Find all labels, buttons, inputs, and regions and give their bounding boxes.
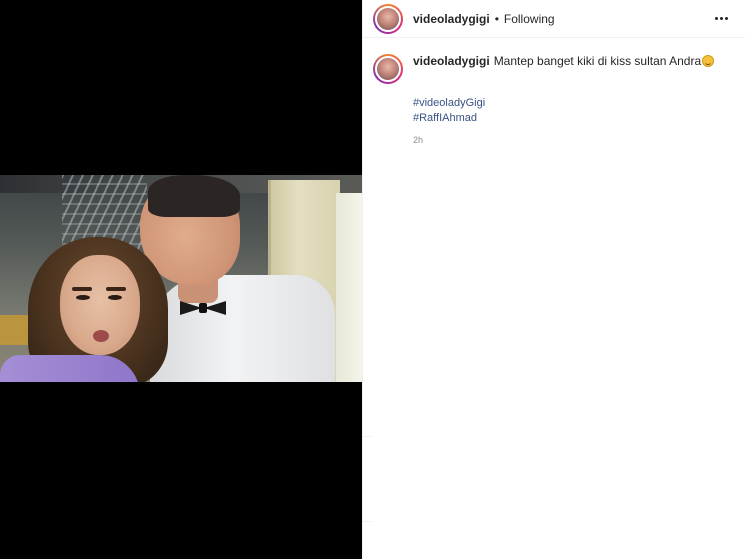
grinning-face-emoji-icon <box>702 55 715 67</box>
caption-row: videoladygigi Mantep banget kiki di kiss … <box>373 54 731 84</box>
post-timestamp[interactable]: 2h <box>413 135 731 145</box>
caption-text: Mantep banget kiki di kiss sultan Andra <box>493 54 702 68</box>
post-viewer: videoladygigi • Following videoladygigi M… <box>0 0 745 559</box>
caption-username[interactable]: videoladygigi <box>413 54 490 68</box>
video-mouth <box>93 330 109 342</box>
video-brow-left <box>72 287 92 291</box>
panel-divider <box>363 436 371 437</box>
post-header: videoladygigi • Following <box>363 0 745 38</box>
video-bowtie-knot <box>199 303 207 313</box>
more-dot <box>719 17 723 20</box>
caption-avatar[interactable] <box>373 54 403 84</box>
hashtag-link[interactable]: #videoladyGigi <box>413 96 731 111</box>
video-eye-left <box>76 295 90 300</box>
hashtag-list: #videoladyGigi #RaffIAhmad <box>413 96 731 126</box>
panel-divider <box>363 521 371 522</box>
video-brow-right <box>106 287 126 291</box>
video-eye-right <box>108 295 122 300</box>
avatar-image <box>375 5 401 32</box>
comments-section: videoladygigi Mantep banget kiki di kiss … <box>363 38 745 145</box>
more-dot <box>724 17 728 20</box>
header-separator: • <box>494 11 499 26</box>
video-person-dress <box>0 355 140 382</box>
more-dot <box>714 17 718 20</box>
following-button[interactable]: Following <box>504 12 555 26</box>
caption-body: videoladygigi Mantep banget kiki di kiss … <box>413 54 715 69</box>
video-bowtie-right <box>204 301 226 315</box>
more-options-icon[interactable] <box>711 11 731 27</box>
video-frame[interactable] <box>0 175 362 382</box>
video-background-wall <box>336 193 362 382</box>
header-username[interactable]: videoladygigi <box>413 12 490 26</box>
post-side-panel: videoladygigi • Following videoladygigi M… <box>362 0 745 559</box>
video-person-hair <box>148 175 240 217</box>
hashtag-link[interactable]: #RaffIAhmad <box>413 111 731 126</box>
header-avatar[interactable] <box>373 3 403 34</box>
post-media[interactable] <box>0 0 362 559</box>
avatar-image <box>375 56 401 82</box>
